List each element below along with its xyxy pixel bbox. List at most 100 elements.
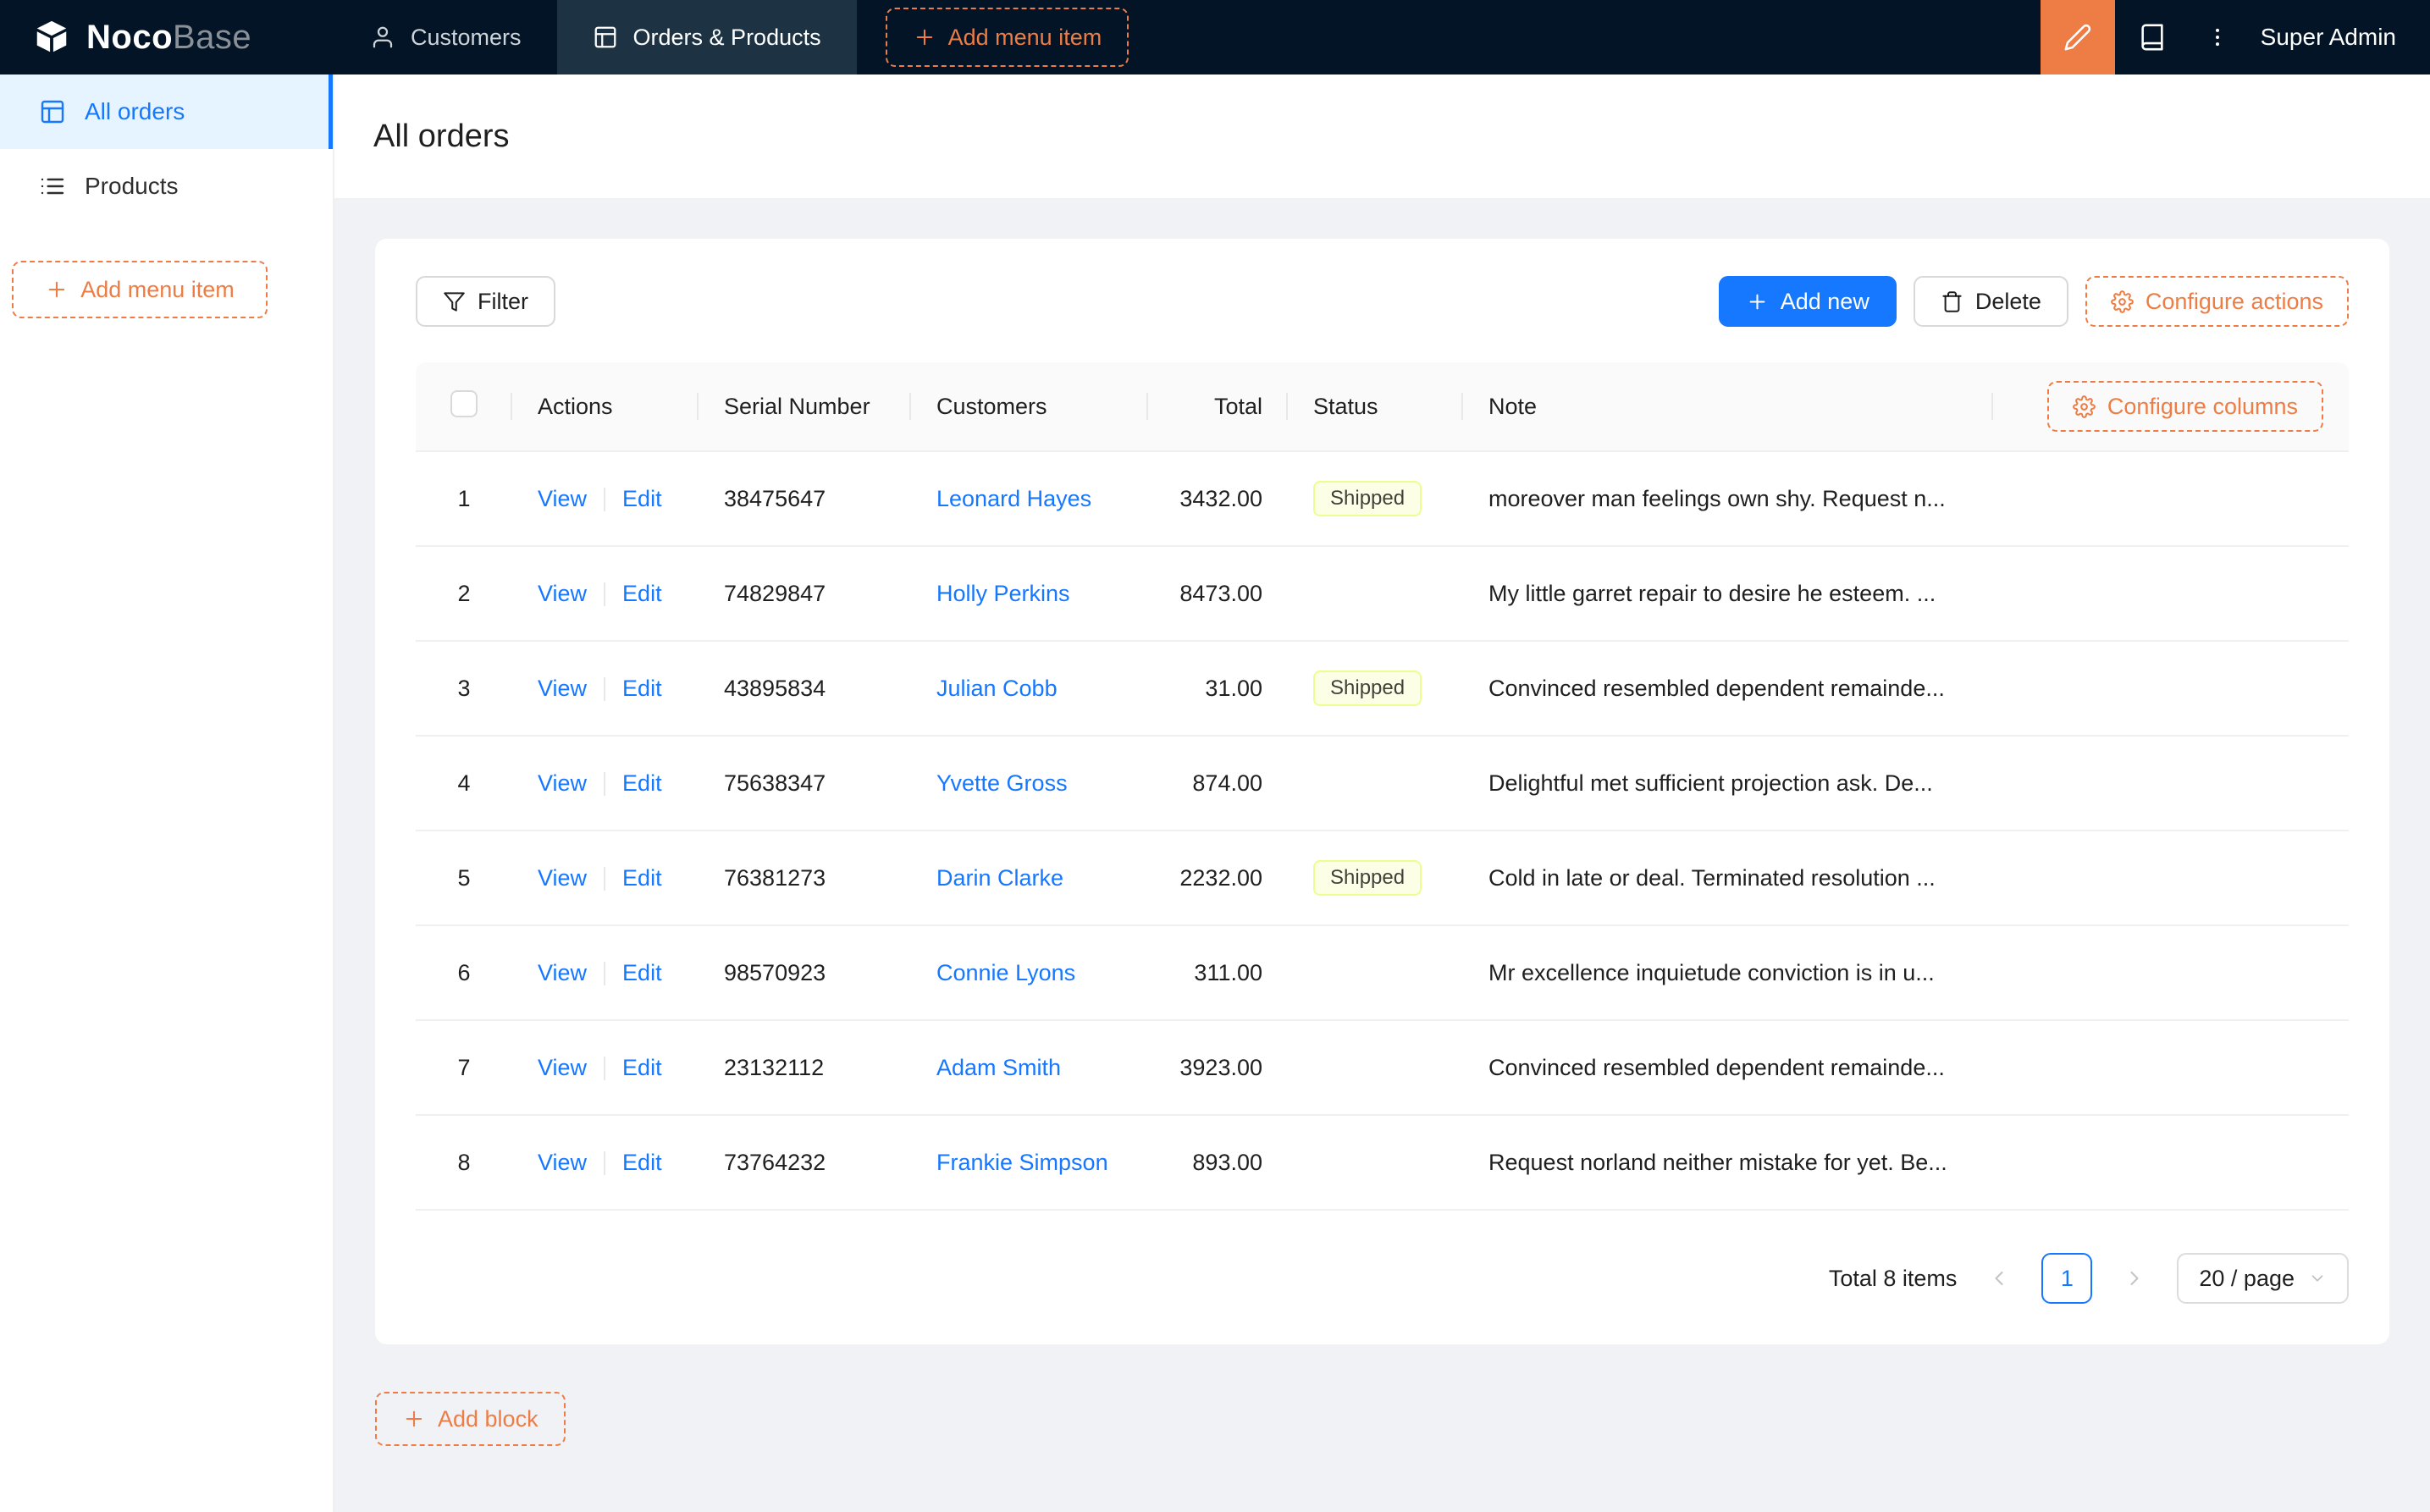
view-link[interactable]: View [538,486,587,511]
add-menu-item-button-navbar[interactable]: Add menu item [885,8,1129,67]
pen-icon [2064,24,2090,51]
table-row: 7 View Edit 23132112 Adam Smith 3923.00 C… [416,1021,2349,1116]
total-value: 874.00 [1192,770,1262,796]
table-row: 3 View Edit 43895834 Julian Cobb 31.00 Sh… [416,642,2349,737]
gear-icon [2110,290,2134,313]
customer-link[interactable]: Yvette Gross [936,770,1068,796]
action-divider [604,1057,606,1081]
customer-link[interactable]: Connie Lyons [936,960,1075,985]
add-menu-item-label: Add menu item [80,276,235,302]
action-divider [604,582,606,607]
current-user-menu[interactable]: Super Admin [2245,0,2430,74]
view-link[interactable]: View [538,1150,587,1175]
sidebar-item-label: Products [85,173,179,199]
customer-link[interactable]: Darin Clarke [936,865,1063,891]
orders-table-card: Filter Add new Delete Configure actions … [375,239,2389,1344]
select-all-checkbox[interactable] [450,389,478,417]
edit-link[interactable]: Edit [622,581,662,606]
column-header-actions: Actions [512,362,699,452]
action-divider [604,772,606,797]
action-divider [604,867,606,891]
customer-link[interactable]: Holly Perkins [936,581,1070,606]
logo[interactable]: NocoBase [0,0,334,74]
add-menu-item-button-sidebar[interactable]: Add menu item [12,261,268,318]
more-actions-button[interactable] [2190,0,2245,74]
table-row: 1 View Edit 38475647 Leonard Hayes 3432.0… [416,452,2349,547]
add-new-button[interactable]: Add new [1718,276,1897,327]
logo-base: Base [173,18,252,56]
edit-link[interactable]: Edit [622,865,662,891]
table-row: 8 View Edit 73764232 Frankie Simpson 893.… [416,1116,2349,1211]
status-tag: Shipped [1313,481,1422,516]
edit-link[interactable]: Edit [622,1150,662,1175]
serial-number: 43895834 [724,675,826,701]
total-value: 311.00 [1194,959,1262,985]
edit-link[interactable]: Edit [622,770,662,796]
chevron-down-icon [2311,1275,2323,1282]
view-link[interactable]: View [538,960,587,985]
add-block-button[interactable]: Add block [375,1392,566,1446]
status-tag: Shipped [1313,670,1422,706]
table-header-row: Actions Serial Number Customers Total St… [416,362,2349,452]
ui-editor-button[interactable] [2040,0,2115,74]
add-menu-item-label: Add menu item [947,24,1102,50]
navbar-right: Super Admin [2040,0,2430,74]
view-link[interactable]: View [538,1055,587,1080]
serial-number: 73764232 [724,1149,826,1175]
column-header-serial-number: Serial Number [699,362,911,452]
edit-link[interactable]: Edit [622,1055,662,1080]
orders-table: Actions Serial Number Customers Total St… [416,362,2349,1211]
logo-noco: Noco [86,18,173,56]
row-index: 6 [457,959,471,985]
filter-icon [444,291,465,312]
edit-link[interactable]: Edit [622,676,662,701]
plus-icon [48,281,65,298]
action-divider [604,488,606,512]
total-value: 3923.00 [1179,1054,1262,1080]
docs-button[interactable] [2115,0,2190,74]
pagination: Total 8 items 1 20 / page [416,1253,2349,1304]
sidebar-item-all-orders[interactable]: All orders [0,74,333,149]
view-link[interactable]: View [538,865,587,891]
note-text: Delightful met sufficient projection ask… [1488,770,1933,796]
total-value: 2232.00 [1179,864,1262,891]
next-page-button[interactable] [2109,1253,2160,1304]
view-link[interactable]: View [538,676,587,701]
edit-link[interactable]: Edit [622,960,662,985]
customer-link[interactable]: Julian Cobb [936,676,1058,701]
customer-link[interactable]: Leonard Hayes [936,486,1091,511]
note-text: moreover man feelings own shy. Request n… [1488,485,1946,511]
row-index: 3 [457,675,471,701]
customer-link[interactable]: Frankie Simpson [936,1150,1108,1175]
previous-page-button[interactable] [1974,1253,2024,1304]
chevron-right-icon [2130,1271,2139,1286]
main-menu: Customers Orders & Products [334,0,857,74]
sidebar: All orders Products Add menu item [0,74,334,1512]
menu-item-label: Customers [411,24,522,50]
sidebar-item-products[interactable]: Products [0,149,333,223]
customer-link[interactable]: Adam Smith [936,1055,1061,1080]
delete-button[interactable]: Delete [1913,276,2068,327]
gear-icon [2072,395,2096,418]
menu-item-label: Orders & Products [632,24,821,50]
row-index: 2 [457,580,471,606]
menu-item-orders-products[interactable]: Orders & Products [556,0,857,74]
menu-item-customers[interactable]: Customers [334,0,557,74]
column-header-status: Status [1288,362,1463,452]
page-number-button[interactable]: 1 [2041,1253,2093,1304]
total-value: 893.00 [1192,1149,1262,1175]
trash-icon [1942,290,1962,312]
configure-columns-button[interactable]: Configure columns [2046,381,2323,432]
filter-button[interactable]: Filter [416,276,555,327]
sidebar-item-label: All orders [85,98,185,124]
view-link[interactable]: View [538,770,587,796]
note-text: Cold in late or deal. Terminated resolut… [1488,864,1936,891]
page-size-select[interactable]: 20 / page [2177,1253,2349,1304]
view-link[interactable]: View [538,581,587,606]
note-text: My little garret repair to desire he est… [1488,580,1936,606]
edit-link[interactable]: Edit [622,486,662,511]
note-text: Convinced resembled dependent remainde..… [1488,675,1945,701]
configure-actions-button[interactable]: Configure actions [2085,276,2349,327]
filter-label: Filter [478,288,528,314]
action-divider [604,1151,606,1176]
